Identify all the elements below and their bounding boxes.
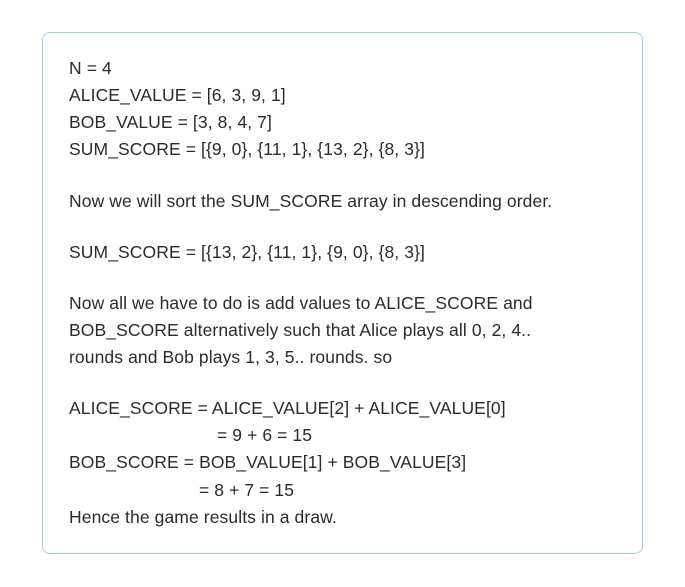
sum-score-sorted-line: SUM_SCORE = [{13, 2}, {11, 1}, {9, 0}, {… [69, 239, 616, 266]
spacer [69, 266, 616, 290]
explain-line-2: BOB_SCORE alternatively such that Alice … [69, 317, 616, 344]
bob-value-line: BOB_VALUE = [3, 8, 4, 7] [69, 109, 616, 136]
spacer [69, 164, 616, 188]
spacer [69, 371, 616, 395]
sort-text-line: Now we will sort the SUM_SCORE array in … [69, 188, 616, 215]
explain-line-1: Now all we have to do is add values to A… [69, 290, 616, 317]
explain-line-3: rounds and Bob plays 1, 3, 5.. rounds. s… [69, 344, 616, 371]
bob-score-line-1: BOB_SCORE = BOB_VALUE[1] + BOB_VALUE[3] [69, 449, 616, 476]
alice-value-line: ALICE_VALUE = [6, 3, 9, 1] [69, 82, 616, 109]
explanation-box: N = 4 ALICE_VALUE = [6, 3, 9, 1] BOB_VAL… [42, 32, 643, 554]
bob-score-line-2: = 8 + 7 = 15 [69, 477, 616, 504]
alice-score-line-1: ALICE_SCORE = ALICE_VALUE[2] + ALICE_VAL… [69, 395, 616, 422]
sum-score-initial-line: SUM_SCORE = [{9, 0}, {11, 1}, {13, 2}, {… [69, 136, 616, 163]
n-line: N = 4 [69, 55, 616, 82]
spacer [69, 215, 616, 239]
alice-score-line-2: = 9 + 6 = 15 [69, 422, 616, 449]
conclusion-line: Hence the game results in a draw. [69, 504, 616, 531]
